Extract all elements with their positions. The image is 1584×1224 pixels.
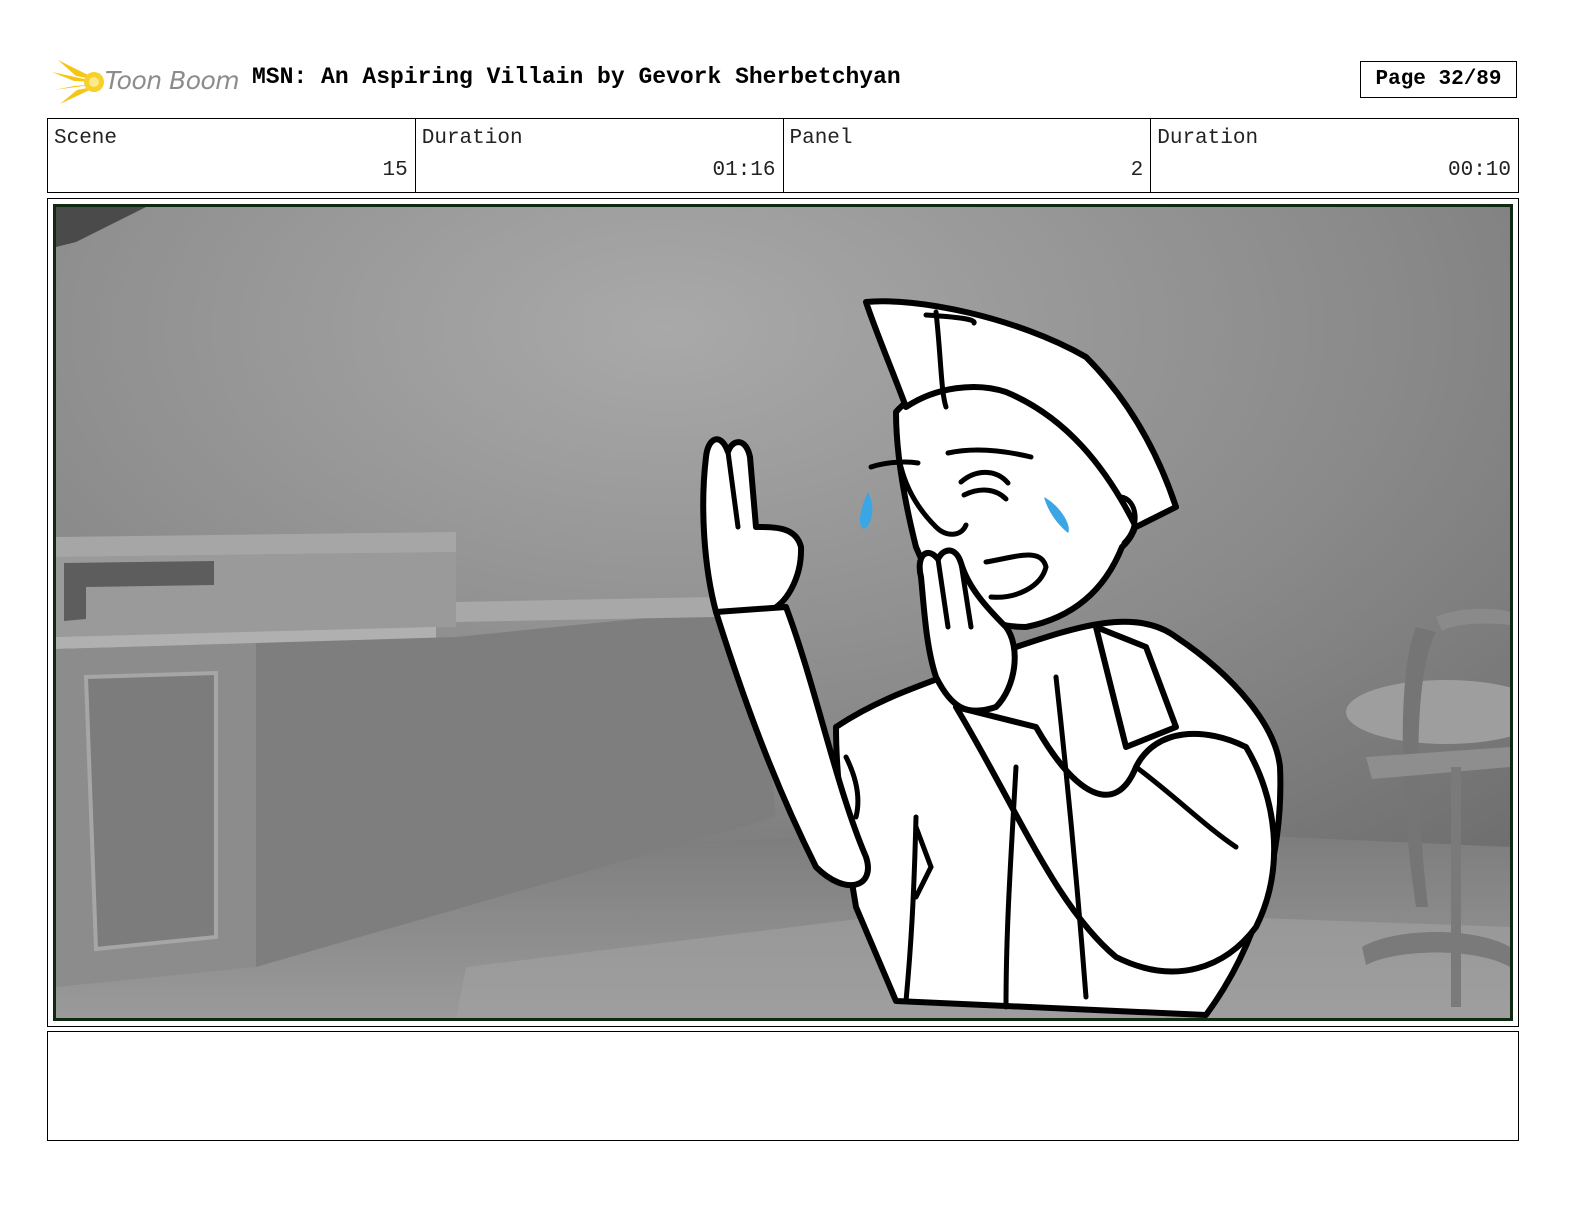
panel-value: 2: [1130, 159, 1144, 182]
document-title: MSN: An Aspiring Villain by Gevork Sherb…: [252, 64, 901, 90]
logo-text: Toon Boom: [105, 66, 240, 95]
panel-duration-cell: Duration 00:10: [1151, 119, 1518, 192]
panel-label: Panel: [789, 127, 853, 150]
scene-label: Scene: [54, 127, 118, 150]
panel-duration-label: Duration: [1157, 127, 1259, 150]
panel-notes-box: [47, 1031, 1519, 1141]
scene-duration-cell: Duration 01:16: [416, 119, 784, 192]
panel-duration-value: 00:10: [1447, 159, 1511, 182]
scene-duration-label: Duration: [421, 127, 523, 150]
scene-info-row: Scene 15 Duration 01:16 Panel 2 Duration…: [47, 118, 1519, 193]
scene-cell: Scene 15: [48, 119, 416, 192]
page-indicator: Page 32/89: [1360, 61, 1517, 98]
panel-image: [53, 204, 1513, 1021]
starburst-icon: [52, 60, 104, 104]
panel-frame: [47, 198, 1519, 1027]
toon-boom-logo: Toon Boom: [50, 56, 240, 108]
storyboard-sketch-image: [56, 207, 1510, 1018]
scene-duration-value: 01:16: [712, 159, 776, 182]
scene-value: 15: [382, 159, 408, 182]
panel-cell: Panel 2: [784, 119, 1152, 192]
